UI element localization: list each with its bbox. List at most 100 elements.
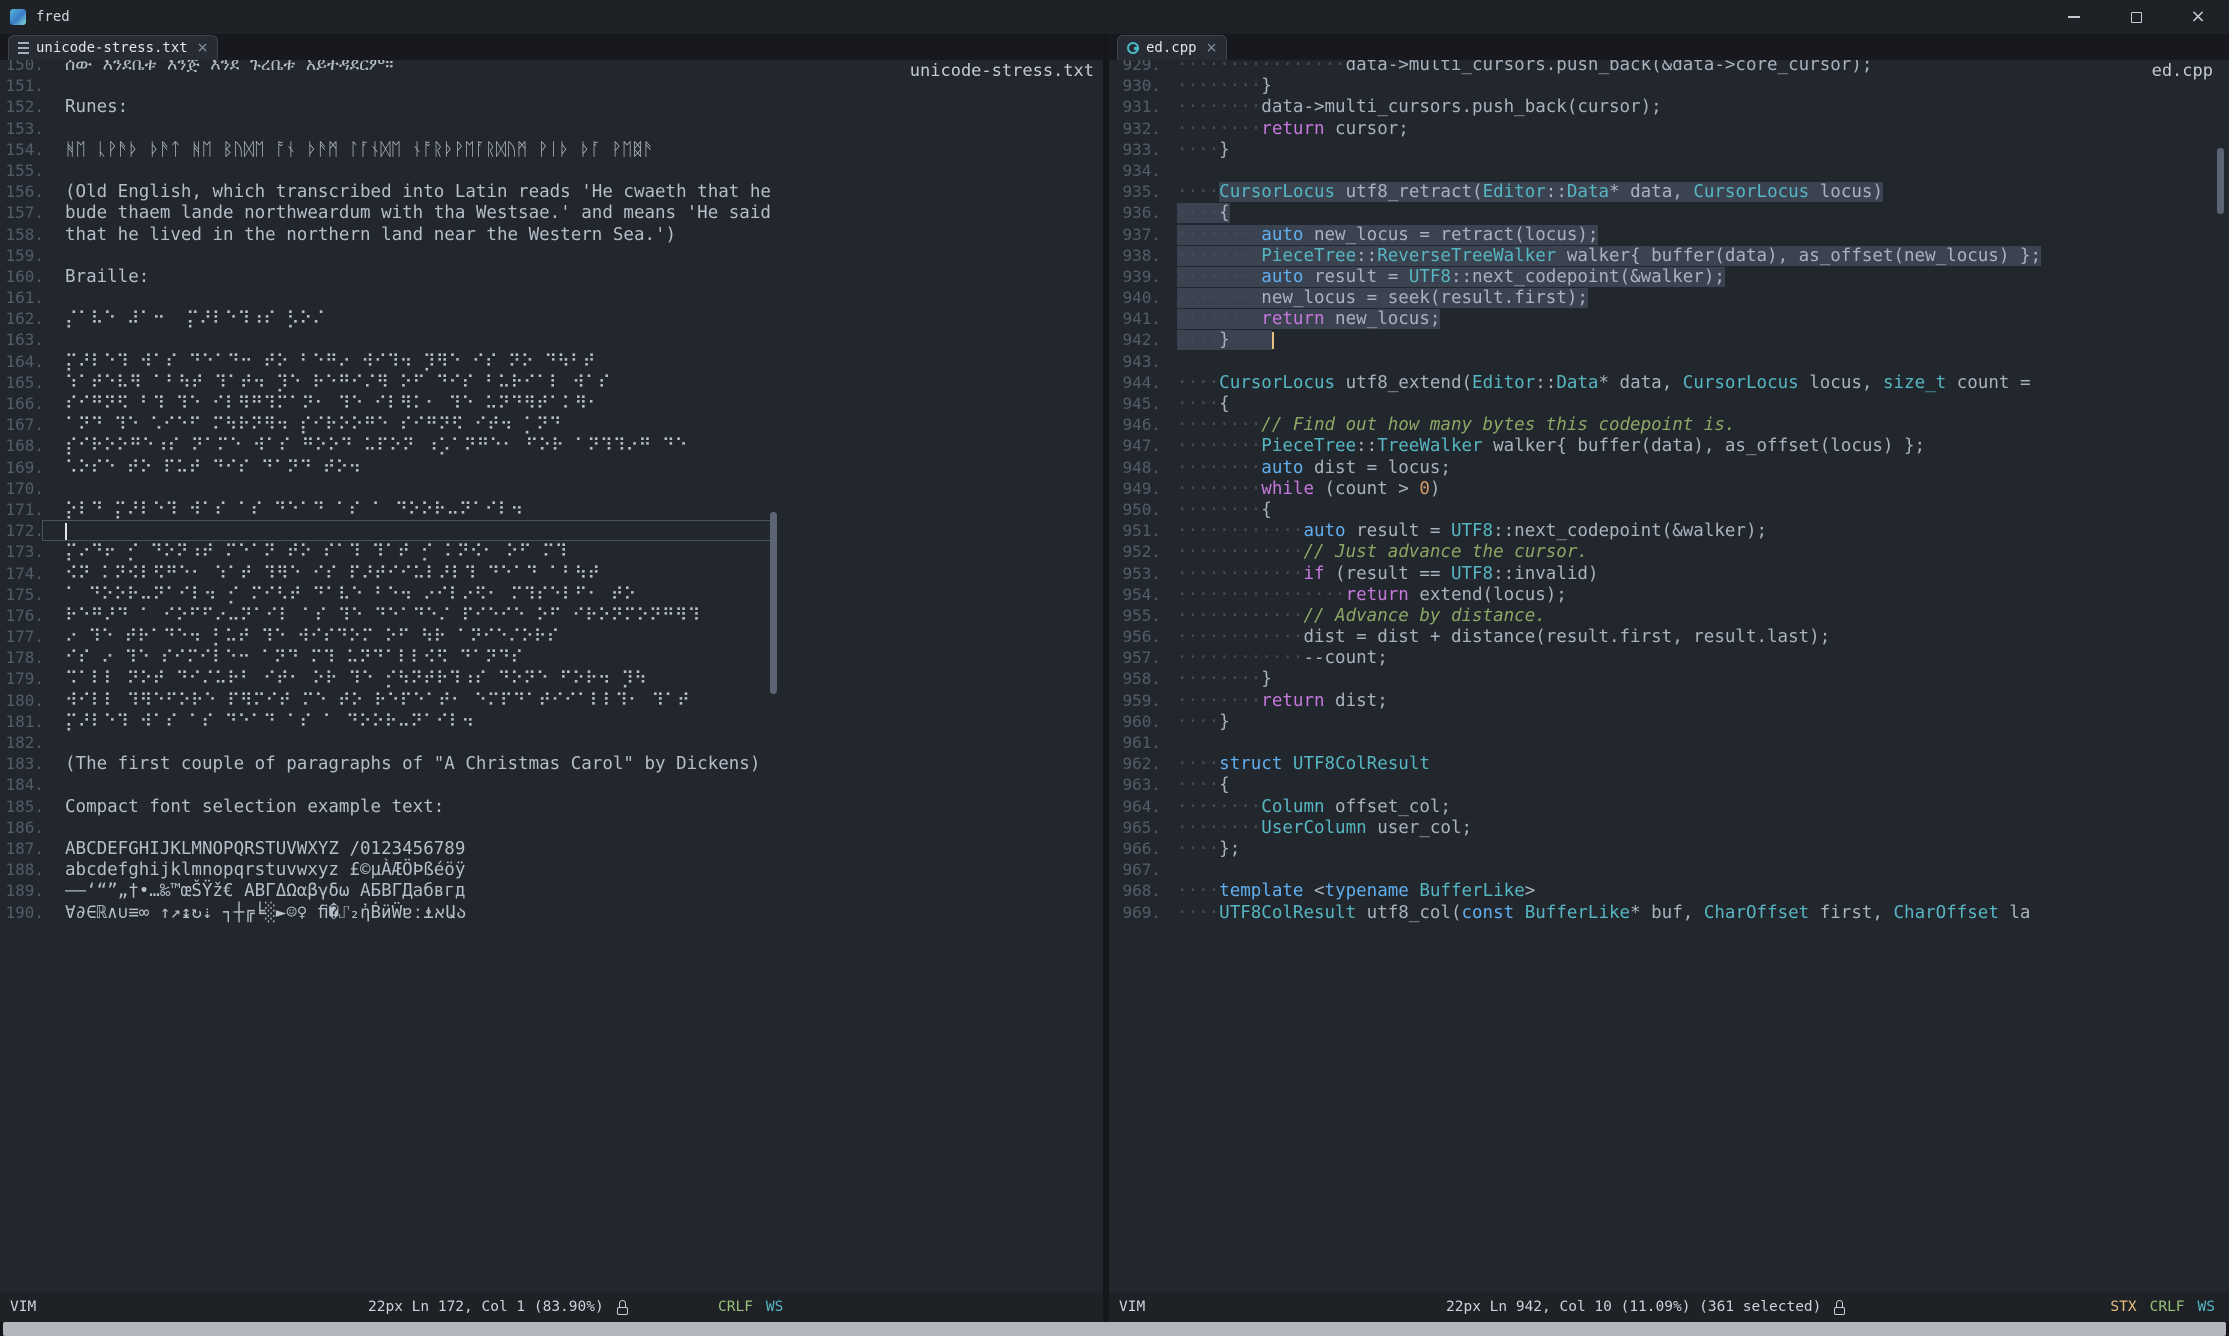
left-scrollbar-thumb[interactable] bbox=[770, 512, 777, 694]
code-line[interactable]: 933.····} bbox=[1109, 139, 2229, 160]
code-line[interactable]: 944.····CursorLocus utf8_extend(Editor::… bbox=[1109, 372, 2229, 393]
text-line[interactable]: 158.that he lived in the northern land n… bbox=[0, 224, 1103, 245]
code-line[interactable]: 959.········return dist; bbox=[1109, 690, 2229, 711]
unlock-icon[interactable] bbox=[1834, 1300, 1847, 1315]
code-line[interactable]: 963.····{ bbox=[1109, 774, 2229, 795]
text-line[interactable]: 169.⠡⠕⠎⠑ ⠞⠕ ⠏⠥⠞ ⠙⠊⠎ ⠙⠁⠝⠙ ⠞⠕⠲ bbox=[0, 457, 1103, 478]
text-line[interactable]: 174.⠪⠝ ⠅⠝⠪⠇⠫⠛⠑⠂ ⠱⠁⠞ ⠹⠻⠑ ⠊⠎ ⠏⠜⠞⠊⠊⠥⠇⠜⠇⠹ ⠙⠑… bbox=[0, 563, 1103, 584]
code-line[interactable]: 943. bbox=[1109, 351, 2229, 372]
text-line[interactable]: 181.⡍⠜⠇⠑⠹ ⠺⠁⠎ ⠁⠎ ⠙⠑⠁⠙ ⠁⠎ ⠁ ⠙⠕⠕⠗⠤⠝⠁⠊⠇⠲ bbox=[0, 711, 1103, 732]
unlock-icon[interactable] bbox=[617, 1300, 630, 1315]
selection-highlight: ········auto result = UTF8::next_codepoi… bbox=[1177, 267, 1725, 287]
text-line[interactable]: 185.Compact font selection example text: bbox=[0, 796, 1103, 817]
text-line[interactable]: 190.∀∂∈ℝ∧∪≡∞ ↑↗↨↻⇣ ┐┼╔╘░►☺♀ ﬁ�⑀₂ἠḂӥẄɐː⍎א… bbox=[0, 902, 1103, 923]
tab-close-icon[interactable]: × bbox=[1206, 40, 1218, 56]
code-line[interactable]: 937.········auto new_locus = retract(loc… bbox=[1109, 224, 2229, 245]
code-line[interactable]: 951.············auto result = UTF8::next… bbox=[1109, 520, 2229, 541]
line-number: 190. bbox=[0, 902, 44, 923]
text-line[interactable]: 182. bbox=[0, 732, 1103, 753]
text-line[interactable]: 154.ᚻᛖ ᚳᚹᚫᚦ ᚦᚫᛏ ᚻᛖ ᛒᚢᛞᛖ ᚩᚾ ᚦᚫᛗ ᛚᚪᚾᛞᛖ ᚾᚩᚱ… bbox=[0, 139, 1103, 160]
code-line[interactable]: 961. bbox=[1109, 732, 2229, 753]
editor-left[interactable]: unicode-stress.txt 150.ሰው እንደቤቱ እንጅ እንደ … bbox=[0, 60, 1103, 1292]
code-line[interactable]: 954.················return extend(locus)… bbox=[1109, 584, 2229, 605]
text-line[interactable]: 163. bbox=[0, 329, 1103, 350]
code-line[interactable]: 940.········new_locus = seek(result.firs… bbox=[1109, 287, 2229, 308]
text-line[interactable]: 179.⠩⠁⠇⠇ ⠝⠕⠞ ⠙⠊⠌⠥⠗⠃ ⠊⠞⠂ ⠕⠗ ⠹⠑ ⡊⠳⠝⠞⠗⠹⠰⠎ ⠙… bbox=[0, 668, 1103, 689]
indent-whitespace: ···· bbox=[1177, 754, 1219, 774]
text-line[interactable]: 166.⠎⠊⠛⠝⠫ ⠃⠹ ⠹⠑ ⠊⠇⠻⠛⠹⠍⠁⠝⠂ ⠹⠑ ⠊⠇⠻⠅⠂ ⠹⠑ ⠥⠝… bbox=[0, 393, 1103, 414]
code-line[interactable]: 939.········auto result = UTF8::next_cod… bbox=[1109, 266, 2229, 287]
code-line[interactable]: 964.········Column offset_col; bbox=[1109, 796, 2229, 817]
text-line[interactable]: 155. bbox=[0, 160, 1103, 181]
text-line[interactable]: 170. bbox=[0, 478, 1103, 499]
maximize-button[interactable] bbox=[2105, 0, 2167, 34]
editor-split: unicode-stress.txt × unicode-stress.txt … bbox=[0, 34, 2229, 1322]
text-line[interactable]: 162.⡌⠁⠧⠑ ⠼⠁⠒ ⡍⠜⠇⠑⠹⠰⠎ ⡣⠕⠌ bbox=[0, 308, 1103, 329]
text-line[interactable]: 187.ABCDEFGHIJKLMNOPQRSTUVWXYZ /01234567… bbox=[0, 838, 1103, 859]
text-line[interactable]: 164.⡍⠜⠇⠑⠹ ⠺⠁⠎ ⠙⠑⠁⠙⠒ ⠞⠕ ⠃⠑⠛⠔ ⠺⠊⠹⠲ ⡹⠻⠑ ⠊⠎ … bbox=[0, 351, 1103, 372]
code-line[interactable]: 965.········UserColumn user_col; bbox=[1109, 817, 2229, 838]
code-line[interactable]: 936.····{ bbox=[1109, 202, 2229, 223]
minimize-button[interactable] bbox=[2043, 0, 2105, 34]
code-line[interactable]: 932.········return cursor; bbox=[1109, 118, 2229, 139]
code-line[interactable]: 956.············dist = dist + distance(r… bbox=[1109, 626, 2229, 647]
line-number: 930. bbox=[1109, 75, 1161, 96]
text-line[interactable]: 188.abcdefghijklmnopqrstuvwxyz £©µÀÆÖÞßé… bbox=[0, 859, 1103, 880]
code-line[interactable]: 960.····} bbox=[1109, 711, 2229, 732]
tab-close-icon[interactable]: × bbox=[197, 40, 209, 56]
text-line[interactable]: 189.–—‘“”„†•…‰™œŠŸž€ ΑΒΓΔΩαβγδω АБВГДабв… bbox=[0, 880, 1103, 901]
code-line[interactable]: 949.········while (count > 0) bbox=[1109, 478, 2229, 499]
text-line[interactable]: 167.⠁⠝⠙ ⠹⠑ ⠡⠊⠑⠋ ⠍⠳⠗⠝⠻⠲ ⡎⠊⠗⠕⠕⠛⠑ ⠎⠊⠛⠝⠫ ⠊⠞⠲… bbox=[0, 414, 1103, 435]
code-line[interactable]: 953.············if (result == UTF8::inva… bbox=[1109, 563, 2229, 584]
text-line[interactable]: 152.Runes: bbox=[0, 96, 1103, 117]
code-line[interactable]: 952.············// Just advance the curs… bbox=[1109, 541, 2229, 562]
text-line[interactable]: 180.⠺⠊⠇⠇ ⠹⠻⠑⠋⠕⠗⠑ ⠏⠻⠍⠊⠞ ⠍⠑ ⠞⠕ ⠗⠑⠏⠑⠁⠞⠂ ⠑⠍⠏… bbox=[0, 690, 1103, 711]
code-line[interactable]: 934. bbox=[1109, 160, 2229, 181]
text-line[interactable]: 160.Braille: bbox=[0, 266, 1103, 287]
code-line[interactable]: 931.········data->multi_cursors.push_bac… bbox=[1109, 96, 2229, 117]
horizontal-scrollbar[interactable] bbox=[3, 1322, 2226, 1336]
tab-unicode-stress[interactable]: unicode-stress.txt × bbox=[8, 35, 218, 60]
code-line[interactable]: 947.········PieceTree::TreeWalker walker… bbox=[1109, 435, 2229, 456]
code-line[interactable]: 930.········} bbox=[1109, 75, 2229, 96]
code-line[interactable]: 945.····{ bbox=[1109, 393, 2229, 414]
code-line[interactable]: 958.········} bbox=[1109, 668, 2229, 689]
tab-ed-cpp[interactable]: ed.cpp × bbox=[1117, 35, 1227, 60]
text-line[interactable]: 168.⡎⠊⠗⠕⠕⠛⠑⠰⠎ ⠝⠁⠍⠑ ⠺⠁⠎ ⠛⠕⠕⠙ ⠥⠏⠕⠝ ⠰⡡⠁⠝⠛⠑⠂… bbox=[0, 435, 1103, 456]
code-line[interactable]: 962.····struct UTF8ColResult bbox=[1109, 753, 2229, 774]
code-line[interactable]: 969.····UTF8ColResult utf8_col(const Buf… bbox=[1109, 902, 2229, 923]
text-line[interactable]: 153. bbox=[0, 118, 1103, 139]
text-line[interactable]: 172. bbox=[0, 520, 1103, 541]
text-line[interactable]: 159. bbox=[0, 245, 1103, 266]
text-line[interactable]: 157.bude thaem lande northweardum with t… bbox=[0, 202, 1103, 223]
editor-right[interactable]: ed.cpp 929.················data->multi_c… bbox=[1109, 60, 2229, 1292]
text-line[interactable]: 176.⠗⠑⠛⠜⠙ ⠁ ⠊⠕⠋⠋⠔⠤⠝⠁⠊⠇ ⠁⠎ ⠹⠑ ⠙⠑⠁⠙⠑⠌ ⠏⠊⠑⠊… bbox=[0, 605, 1103, 626]
text-line[interactable]: 161. bbox=[0, 287, 1103, 308]
code-line[interactable]: 938.········PieceTree::ReverseTreeWalker… bbox=[1109, 245, 2229, 266]
right-scrollbar-thumb[interactable] bbox=[2217, 148, 2224, 214]
text-line[interactable]: 186. bbox=[0, 817, 1103, 838]
code-line[interactable]: 935.····CursorLocus utf8_retract(Editor:… bbox=[1109, 181, 2229, 202]
line-text: ሰው እንደቤቱ እንጅ እንደ ጉረቤቱ አይተዳደርም። bbox=[65, 60, 393, 75]
code-line[interactable]: 942.····} bbox=[1109, 329, 2229, 350]
close-button[interactable]: × bbox=[2167, 0, 2229, 34]
code-line[interactable]: 955.············// Advance by distance. bbox=[1109, 605, 2229, 626]
code-line[interactable]: 966.····}; bbox=[1109, 838, 2229, 859]
code-line[interactable]: 929.················data->multi_cursors.… bbox=[1109, 60, 2229, 75]
text-line[interactable]: 171.⡕⠇⠙ ⡍⠜⠇⠑⠹ ⠺⠁⠎ ⠁⠎ ⠙⠑⠁⠙ ⠁⠎ ⠁ ⠙⠕⠕⠗⠤⠝⠁⠊⠇… bbox=[0, 499, 1103, 520]
text-line[interactable]: 173.⡍⠔⠙⠖ ⡊ ⠙⠕⠝⠰⠞ ⠍⠑⠁⠝ ⠞⠕ ⠎⠁⠹ ⠹⠁⠞ ⡊ ⠅⠝⠪⠂ … bbox=[0, 541, 1103, 562]
code-line[interactable]: 946.········// Find out how many bytes t… bbox=[1109, 414, 2229, 435]
text-line[interactable]: 165.⠱⠁⠞⠑⠧⠻ ⠁⠃⠳⠞ ⠹⠁⠞⠲ ⡹⠑ ⠗⠑⠛⠊⠌⠻ ⠕⠋ ⠙⠊⠎ ⠃⠥… bbox=[0, 372, 1103, 393]
text-line[interactable]: 183.(The first couple of paragraphs of "… bbox=[0, 753, 1103, 774]
code-line[interactable]: 967. bbox=[1109, 859, 2229, 880]
code-line[interactable]: 950.········{ bbox=[1109, 499, 2229, 520]
text-line[interactable]: 178.⠊⠎ ⠔ ⠹⠑ ⠎⠊⠍⠊⠇⠑⠒ ⠁⠝⠙ ⠍⠹ ⠥⠝⠙⠁⠇⠇⠪⠫ ⠙⠁⠝⠙… bbox=[0, 647, 1103, 668]
text-line[interactable]: 177.⠔ ⠹⠑ ⠞⠗⠁⠙⠑⠲ ⡃⠥⠞ ⠹⠑ ⠺⠊⠎⠙⠕⠍ ⠕⠋ ⠳⠗ ⠁⠝⠊⠑… bbox=[0, 626, 1103, 647]
text-line[interactable]: 175.⠁ ⠙⠕⠕⠗⠤⠝⠁⠊⠇⠲ ⡊ ⠍⠊⠣⠞ ⠙⠁⠧⠑ ⠃⠑⠲ ⠔⠊⠇⠔⠫⠂ … bbox=[0, 584, 1103, 605]
code-line[interactable]: 941.········return new_locus; bbox=[1109, 308, 2229, 329]
code-line[interactable]: 957.············--count; bbox=[1109, 647, 2229, 668]
text-line[interactable]: 184. bbox=[0, 774, 1103, 795]
code-line[interactable]: 948.········auto dist = locus; bbox=[1109, 457, 2229, 478]
code-line[interactable]: 968.····template <typename BufferLike> bbox=[1109, 880, 2229, 901]
text-line[interactable]: 156.(Old English, which transcribed into… bbox=[0, 181, 1103, 202]
